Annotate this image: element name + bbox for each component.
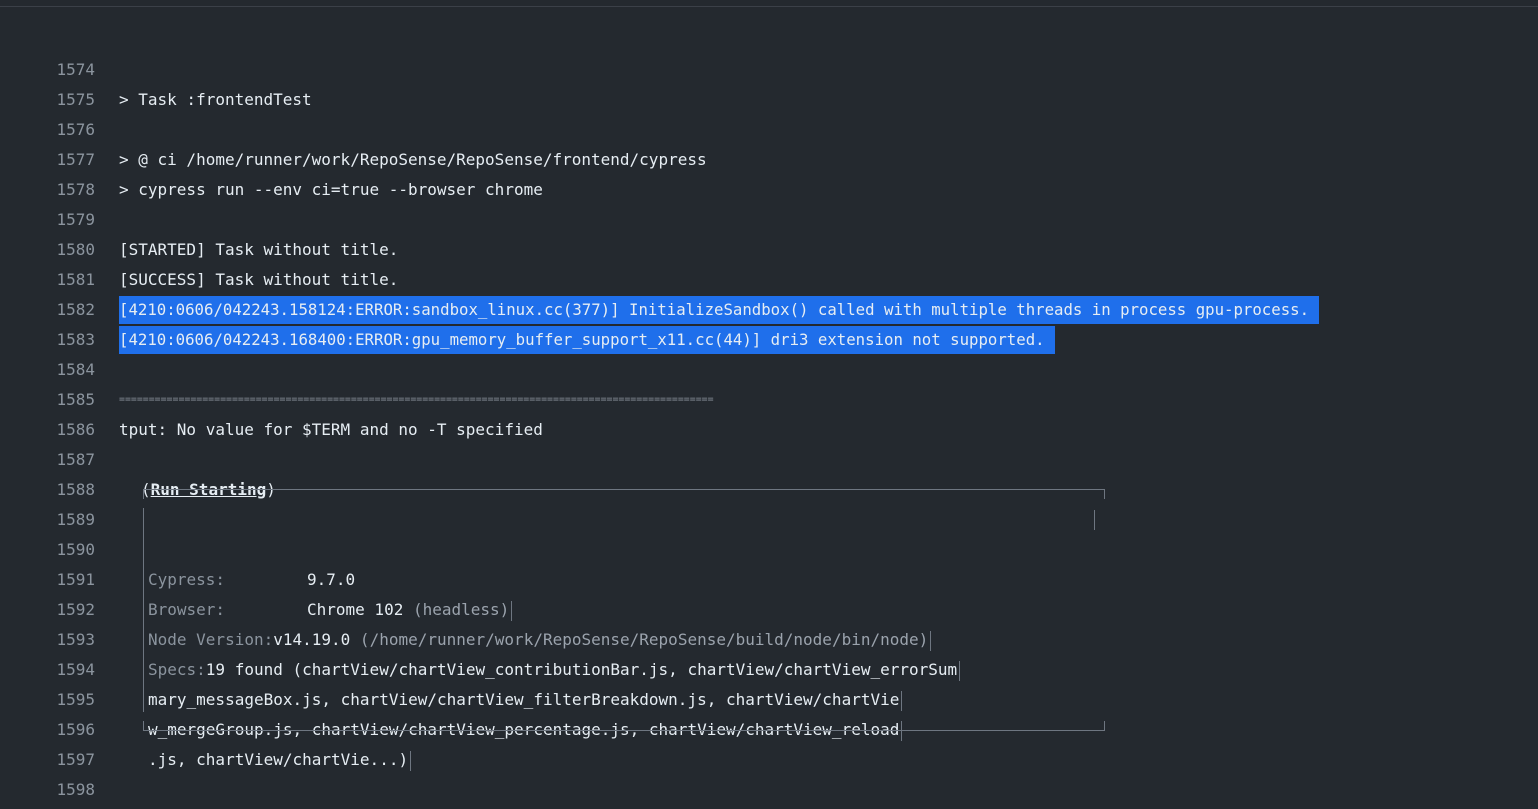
box-top-border (143, 489, 1105, 499)
log-line[interactable]: 1585 tput: No value for $TERM and no -T … (0, 355, 1538, 439)
log-line[interactable]: 1574 > Task :frontendTest (0, 25, 1538, 109)
box-right-border (1094, 510, 1095, 530)
log-line[interactable]: 1576 > @ ci /home/runner/work/RepoSense/… (0, 85, 1538, 169)
log-line[interactable]: 1580 [SUCCESS] Task without title. (0, 205, 1538, 289)
log-line[interactable]: 1587 (Run Starting) (0, 415, 1538, 499)
log-line[interactable]: 1590 Cypress: 9.7.0 (0, 505, 1538, 589)
log-line[interactable]: 1598 (0, 745, 1538, 799)
log-line[interactable]: 1578 (0, 145, 1538, 199)
log-line[interactable]: 1599 (0, 775, 1538, 805)
log-line[interactable]: 1588 (0, 445, 1538, 499)
log-line[interactable]: 1591 Browser: Chrome 102 (headless) (0, 535, 1538, 621)
log-line[interactable]: 1575 (0, 55, 1538, 109)
log-line[interactable]: 1584 ===================================… (0, 325, 1538, 405)
top-divider (0, 0, 1538, 7)
line-number[interactable]: 1599 (0, 805, 95, 809)
box-bottom-border (143, 721, 1105, 731)
log-line[interactable]: 1586 (0, 385, 1538, 439)
log-line-selected[interactable]: 1582 [4210:0606/042243.168400:ERROR:gpu_… (0, 265, 1538, 354)
log-line[interactable]: 1595 w_mergeGroup.js, chartView/chartVie… (0, 655, 1538, 741)
log-line[interactable]: 1596 .js, chartView/chartVie...) (0, 685, 1538, 771)
box-left-border (143, 508, 144, 712)
log-line[interactable]: 1594 mary_messageBox.js, chartView/chart… (0, 625, 1538, 711)
log-output: 1574 > Task :frontendTest 1575 1576 > @ … (0, 25, 1538, 805)
log-line[interactable]: 1583 (0, 295, 1538, 349)
log-line[interactable]: 1579 [STARTED] Task without title. (0, 175, 1538, 259)
log-line[interactable]: 1577 > cypress run --env ci=true --brows… (0, 115, 1538, 199)
log-line[interactable]: 1592 Node Version:v14.19.0 (/home/runner… (0, 565, 1538, 651)
log-line[interactable]: 1593 Specs:19 found (chartView/chartView… (0, 595, 1538, 681)
log-line-selected[interactable]: 1581 [4210:0606/042243.158124:ERROR:sand… (0, 235, 1538, 324)
